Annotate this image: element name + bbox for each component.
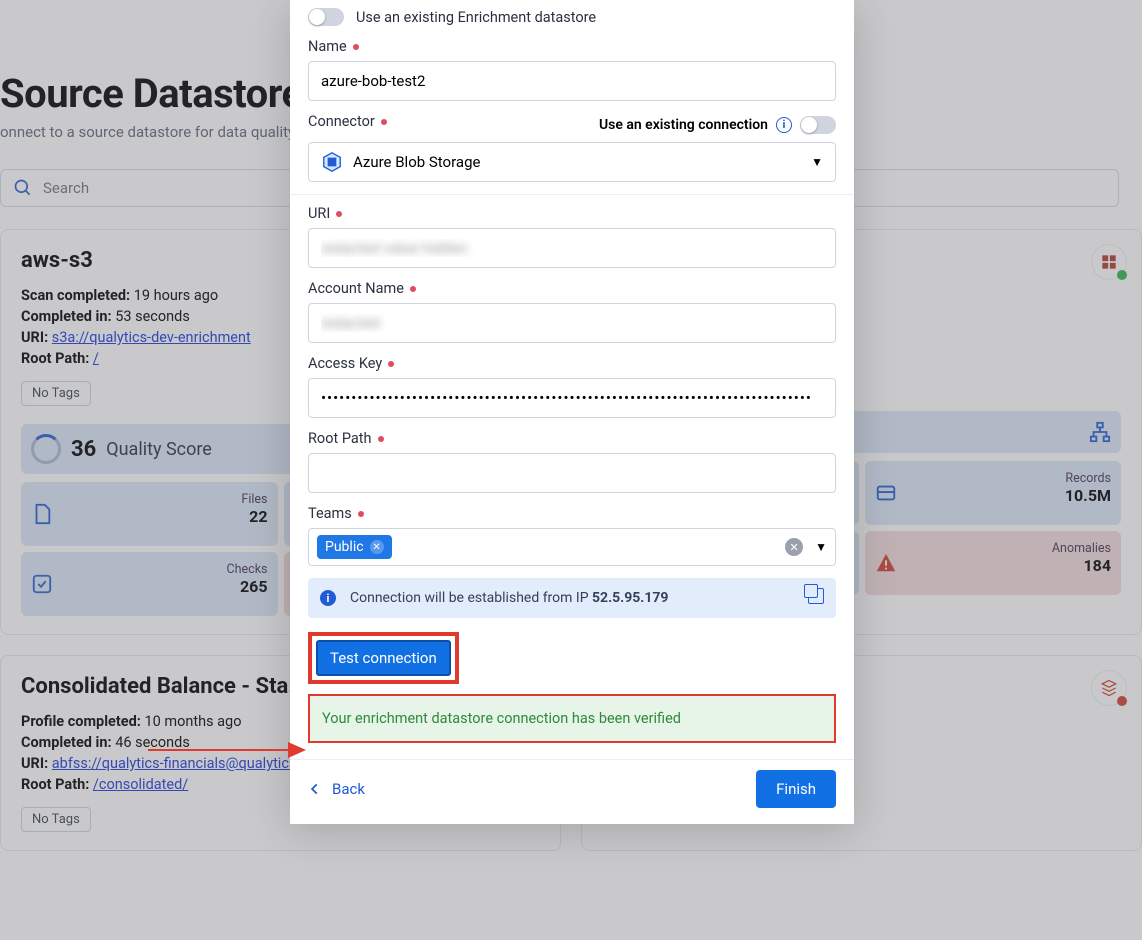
required-dot-icon [358, 511, 364, 517]
required-dot-icon [388, 361, 394, 367]
info-icon[interactable]: i [776, 117, 792, 133]
root-path-input[interactable] [308, 453, 836, 493]
copy-icon[interactable] [808, 588, 824, 604]
connector-icon [1091, 244, 1127, 280]
add-datastore-modal: Use an existing Enrichment datastore Nam… [290, 0, 854, 824]
account-name-input[interactable] [308, 303, 836, 343]
required-dot-icon [381, 119, 387, 125]
chevron-down-icon: ▼ [815, 540, 827, 554]
quality-score-value: 36 [71, 437, 96, 462]
quality-score-label: Quality Score [106, 439, 212, 460]
teams-select[interactable]: Public✕ ✕ ▼ [308, 528, 836, 566]
warning-icon [875, 552, 897, 574]
connector-select[interactable]: Azure Blob Storage ▼ [308, 142, 836, 182]
annotation-arrow-icon [148, 738, 308, 762]
progress-circle-icon [31, 434, 61, 464]
stat-files: Files 22 [21, 482, 278, 546]
connector-label: Connector [308, 113, 375, 130]
search-icon [13, 178, 33, 198]
back-button[interactable]: Back [308, 780, 365, 798]
required-dot-icon [336, 211, 342, 217]
info-icon: i [320, 590, 336, 606]
use-existing-enrichment-toggle[interactable] [308, 8, 344, 26]
highlight-annotation: Test connection [308, 632, 459, 684]
tag-badge: No Tags [21, 807, 91, 832]
access-key-input[interactable] [308, 378, 836, 418]
root-path-label: Root Path [308, 430, 372, 447]
check-icon [31, 573, 53, 595]
required-dot-icon [353, 44, 359, 50]
required-dot-icon [378, 436, 384, 442]
tree-icon [1089, 421, 1111, 443]
success-message: Your enrichment datastore connection has… [308, 694, 836, 743]
use-existing-connection-label: Use an existing connection [599, 117, 768, 133]
ip-address: 52.5.95.179 [592, 590, 668, 606]
uri-input[interactable] [308, 228, 836, 268]
tag-badge: No Tags [21, 381, 91, 406]
clear-all-icon[interactable]: ✕ [785, 538, 803, 556]
ip-info-text: Connection will be established from IP [350, 590, 592, 606]
chip-remove-icon[interactable]: ✕ [370, 540, 384, 554]
required-dot-icon [410, 286, 416, 292]
back-label: Back [332, 780, 365, 798]
finish-button[interactable]: Finish [756, 770, 836, 808]
connector-value: Azure Blob Storage [353, 153, 480, 171]
uri-label: URI [308, 205, 330, 222]
use-existing-connection-toggle[interactable] [800, 116, 836, 134]
teams-label: Teams [308, 505, 352, 522]
chevron-left-icon [308, 782, 322, 796]
stat-anomalies: Anomalies 184 [865, 531, 1122, 595]
table-icon [875, 482, 897, 504]
azure-blob-icon [321, 151, 343, 173]
name-input[interactable] [308, 61, 836, 101]
stat-records: Records 10.5M [865, 461, 1122, 525]
account-name-label: Account Name [308, 280, 404, 297]
ip-info-box: i Connection will be established from IP… [308, 578, 836, 618]
connector-icon [1091, 670, 1127, 706]
chevron-down-icon: ▼ [811, 155, 823, 169]
file-icon [31, 503, 53, 525]
access-key-label: Access Key [308, 355, 382, 372]
use-existing-enrichment-row: Use an existing Enrichment datastore [308, 8, 836, 26]
use-existing-enrichment-label: Use an existing Enrichment datastore [356, 9, 596, 26]
name-label: Name [308, 38, 347, 55]
stat-checks: Checks 265 [21, 552, 278, 616]
test-connection-button[interactable]: Test connection [316, 640, 451, 676]
team-chip: Public✕ [317, 535, 392, 559]
